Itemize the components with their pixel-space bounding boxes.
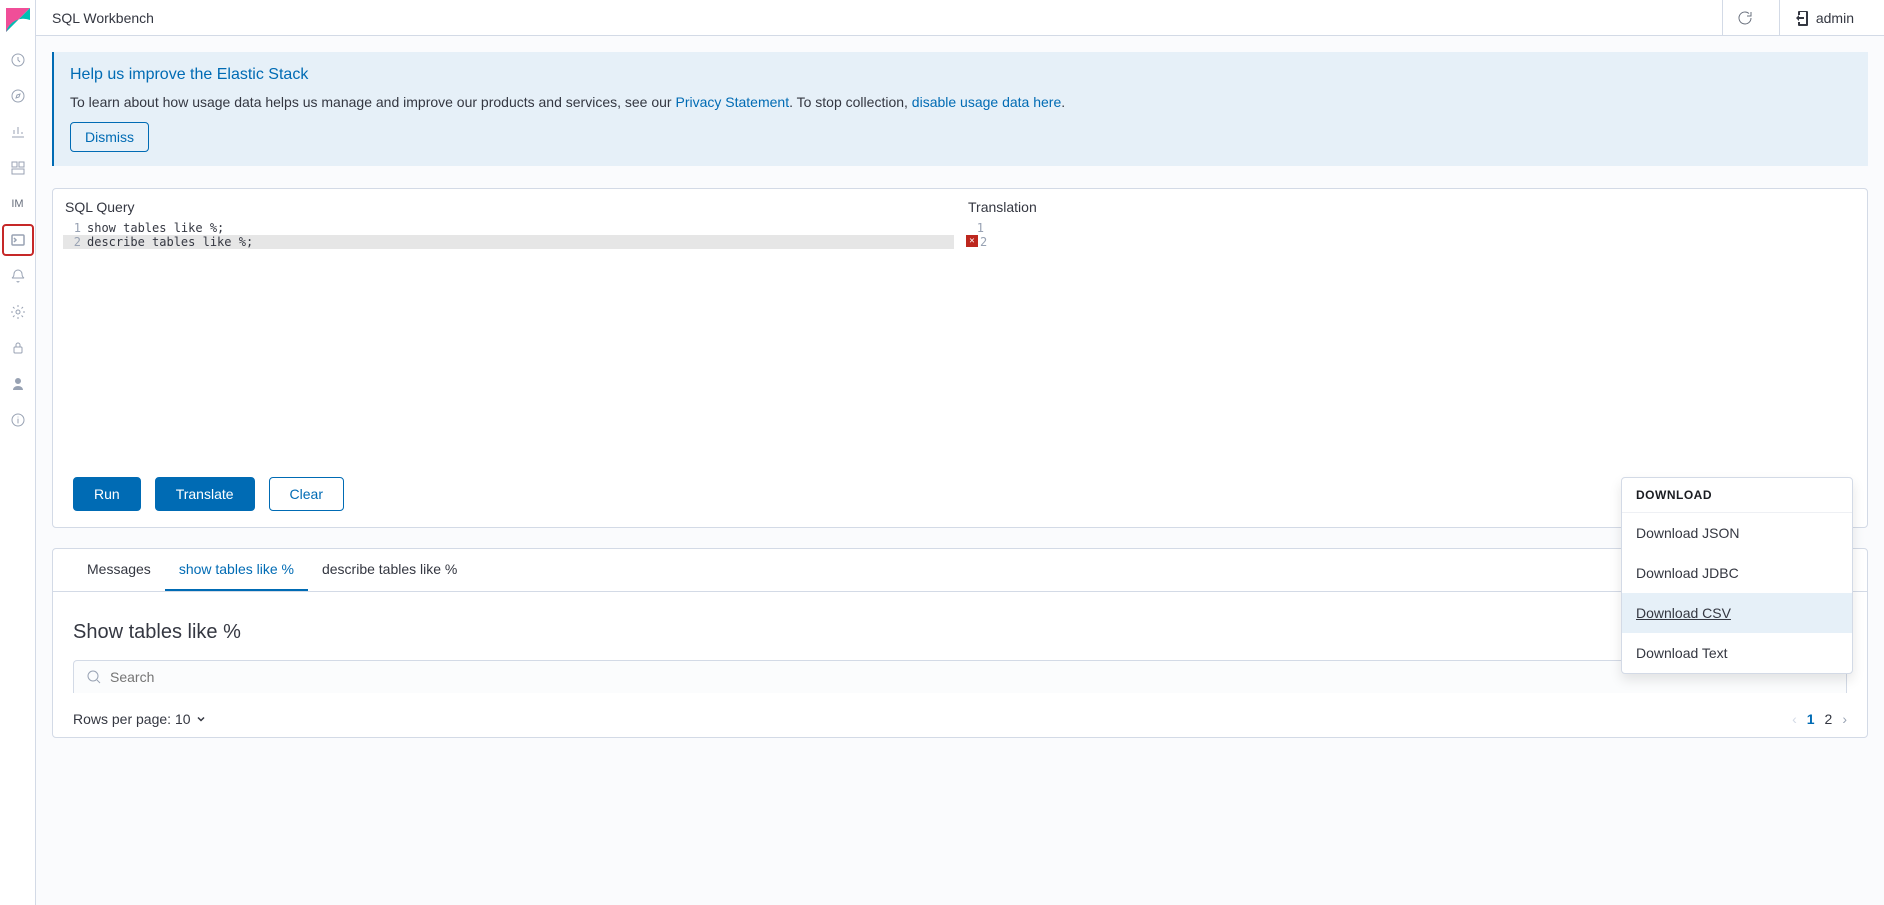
user-menu[interactable]: admin	[1779, 0, 1868, 36]
next-page-icon[interactable]: ›	[1842, 711, 1847, 727]
tab-show-tables[interactable]: show tables like %	[165, 549, 308, 591]
privacy-link[interactable]: Privacy Statement	[675, 94, 789, 110]
search-row	[53, 660, 1867, 701]
disable-usage-link[interactable]: disable usage data here	[912, 94, 1061, 110]
sidebar-item-discover[interactable]	[2, 80, 34, 112]
page-1[interactable]: 1	[1807, 711, 1815, 727]
pagination: Rows per page: 10 ‹ 1 2 ›	[53, 701, 1867, 737]
error-icon: ✕	[966, 235, 978, 247]
sql-editor[interactable]: 1 show tables like %; 2 describe tables …	[63, 221, 954, 461]
translate-button[interactable]: Translate	[155, 477, 255, 511]
translation-label: Translation	[966, 199, 1857, 215]
dismiss-button[interactable]: Dismiss	[70, 122, 149, 152]
translation-pane: Translation 1 ✕2	[966, 199, 1857, 461]
sidebar-item-alerting[interactable]	[2, 260, 34, 292]
search-input[interactable]	[110, 669, 1834, 685]
topbar: SQL Workbench admin	[36, 0, 1884, 36]
download-jdbc-item[interactable]: Download JDBC	[1622, 553, 1852, 593]
results-header: Show tables like % Download	[53, 592, 1867, 660]
sidebar-item-recent[interactable]	[2, 44, 34, 76]
rows-per-page[interactable]: Rows per page: 10	[73, 711, 207, 727]
tab-describe-tables[interactable]: describe tables like %	[308, 549, 471, 591]
search-input-wrap	[73, 660, 1847, 693]
download-json-item[interactable]: Download JSON	[1622, 513, 1852, 553]
username: admin	[1816, 10, 1854, 26]
download-menu: DOWNLOAD Download JSON Download JDBC Dow…	[1621, 477, 1853, 674]
tab-messages[interactable]: Messages	[73, 549, 165, 591]
translation-editor[interactable]: 1 ✕2	[966, 221, 1857, 461]
sidebar-item-dashboard[interactable]	[2, 152, 34, 184]
sql-editor-label: SQL Query	[63, 199, 954, 215]
page-2[interactable]: 2	[1825, 711, 1833, 727]
code-line: ✕2	[966, 235, 1857, 249]
download-text-item[interactable]: Download Text	[1622, 633, 1852, 673]
clear-button[interactable]: Clear	[269, 477, 344, 511]
sidebar-item-security[interactable]	[2, 332, 34, 364]
run-button[interactable]: Run	[73, 477, 141, 511]
sidebar-item-management[interactable]	[2, 296, 34, 328]
refresh-icon[interactable]	[1722, 0, 1767, 36]
page-title: SQL Workbench	[52, 10, 154, 26]
panel-actions: Run Translate Clear	[53, 461, 1867, 527]
callout-text: To learn about how usage data helps us m…	[70, 94, 1852, 110]
sidebar: IM	[0, 0, 36, 905]
sidebar-item-sql-workbench[interactable]	[2, 224, 34, 256]
pages: ‹ 1 2 ›	[1792, 711, 1847, 727]
download-menu-header: DOWNLOAD	[1622, 478, 1852, 513]
telemetry-callout: Help us improve the Elastic Stack To lea…	[52, 52, 1868, 166]
content: Help us improve the Elastic Stack To lea…	[36, 36, 1884, 905]
code-line: 1 show tables like %;	[63, 221, 954, 235]
search-icon	[86, 669, 102, 685]
chevron-down-icon	[195, 713, 207, 725]
callout-title: Help us improve the Elastic Stack	[70, 66, 1852, 84]
code-line: 2 describe tables like %;	[63, 235, 954, 249]
logout-icon	[1794, 10, 1810, 26]
code-line: 1	[966, 221, 1857, 235]
results-tabs: Messages show tables like % describe tab…	[53, 549, 1867, 592]
sidebar-item-visualize[interactable]	[2, 116, 34, 148]
download-csv-item[interactable]: Download CSV	[1622, 593, 1852, 633]
main: SQL Workbench admin Help us improve the …	[36, 0, 1884, 905]
sql-editor-pane: SQL Query 1 show tables like %; 2 descri…	[63, 199, 954, 461]
query-panel: SQL Query 1 show tables like %; 2 descri…	[52, 188, 1868, 528]
results-title: Show tables like %	[73, 621, 241, 644]
prev-page-icon[interactable]: ‹	[1792, 711, 1797, 727]
kibana-logo-icon[interactable]	[6, 8, 30, 32]
sidebar-item-info[interactable]	[2, 404, 34, 436]
sidebar-item-im[interactable]: IM	[2, 188, 34, 220]
results-panel: Messages show tables like % describe tab…	[52, 548, 1868, 738]
sidebar-item-tenants[interactable]	[2, 368, 34, 400]
